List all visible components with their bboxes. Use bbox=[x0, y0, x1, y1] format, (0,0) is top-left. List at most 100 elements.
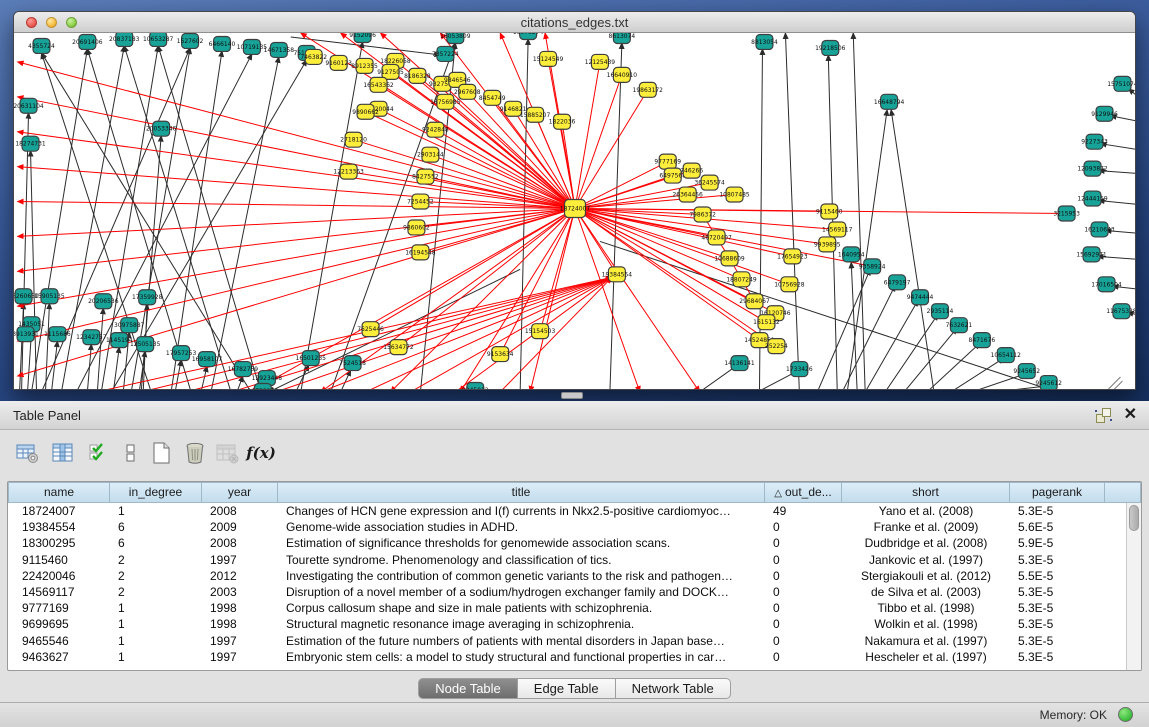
graph-node-label: 12125439 bbox=[585, 59, 616, 66]
table-cell: Estimation of significance thresholds fo… bbox=[278, 535, 765, 551]
table-cell: Nakamura et al. (1997) bbox=[842, 633, 1010, 649]
table-row[interactable]: 946554611997Estimation of the future num… bbox=[8, 633, 1126, 649]
graph-node-label: 17654923 bbox=[777, 253, 808, 260]
table-cell: 2 bbox=[110, 584, 202, 600]
graph-node-label: 18724007 bbox=[560, 206, 591, 213]
graph-node-label: 9890662 bbox=[352, 109, 379, 116]
table-cell: 0 bbox=[765, 633, 842, 649]
graph-node-label: 9860602 bbox=[403, 224, 430, 231]
graph-node-label: 746266 bbox=[680, 168, 703, 175]
column-header-in_degree[interactable]: in_degree bbox=[110, 482, 202, 503]
graph-node-label: 16648794 bbox=[874, 99, 905, 106]
tab-edge-table[interactable]: Edge Table bbox=[518, 678, 616, 699]
graph-node-label: 9358924 bbox=[859, 263, 886, 270]
table-row[interactable]: 1830029562008Estimation of significance … bbox=[8, 535, 1126, 551]
row-height-icon[interactable] bbox=[118, 440, 144, 466]
graph-node-label: 12213363 bbox=[333, 169, 364, 176]
graph-node-label: 20206536 bbox=[88, 298, 119, 305]
graph-node-label: 12505135 bbox=[130, 341, 161, 348]
sort-ascending-icon: △ bbox=[774, 488, 782, 499]
nodes-group: 1872400743557242069140620837183106532871… bbox=[14, 33, 1135, 389]
node-table: namein_degreeyeartitle△out_de...shortpag… bbox=[7, 481, 1142, 671]
table-cell: 2012 bbox=[202, 568, 278, 584]
delete-table-icon[interactable] bbox=[182, 440, 208, 466]
column-header-year[interactable]: year bbox=[202, 482, 278, 503]
graph-node-label: 19218506 bbox=[815, 45, 846, 52]
graph-edge bbox=[354, 140, 575, 209]
graph-edge bbox=[865, 300, 918, 389]
graph-edge bbox=[18, 209, 575, 342]
table-row[interactable]: 2242004622012Investigating the contribut… bbox=[8, 568, 1126, 584]
table-cell: Disruption of a novel member of a sodium… bbox=[278, 584, 765, 600]
graph-node-label: 9777169 bbox=[654, 159, 681, 166]
network-canvas[interactable]: 1872400743557242069140620837183106532871… bbox=[14, 33, 1135, 389]
graph-node-label: 9245612 bbox=[1035, 380, 1062, 387]
graph-node-label: 19863172 bbox=[633, 87, 664, 94]
column-header-name[interactable]: name bbox=[8, 482, 110, 503]
table-cell: 0 bbox=[765, 552, 842, 568]
column-header-pagerank[interactable]: pagerank bbox=[1010, 482, 1105, 503]
column-header-out_de[interactable]: △out_de... bbox=[765, 482, 842, 503]
vertical-scrollbar[interactable] bbox=[1126, 503, 1141, 670]
graph-node-label: 9245652 bbox=[1013, 368, 1040, 375]
graph-node-label: 16782759 bbox=[228, 366, 259, 373]
graph-node-label: 7524518 bbox=[339, 360, 366, 367]
graph-node-label: 17016504 bbox=[1091, 281, 1122, 288]
table-settings-icon[interactable] bbox=[14, 440, 40, 466]
graph-node-label: 16194548 bbox=[405, 249, 436, 256]
graph-node-label: 19384554 bbox=[602, 271, 633, 278]
memory-status-label: Memory: OK bbox=[1040, 708, 1107, 722]
table-cell: 2008 bbox=[202, 503, 278, 519]
close-icon[interactable]: ✕ bbox=[1124, 405, 1137, 425]
table-row[interactable]: 1872400712008Changes of HCN gene express… bbox=[8, 503, 1126, 519]
table-panel: Table Panel ✕ bbox=[0, 401, 1149, 727]
resize-grip[interactable] bbox=[1109, 377, 1123, 389]
graph-edge bbox=[540, 209, 575, 332]
import-table-icon[interactable] bbox=[214, 440, 240, 466]
memory-ok-indicator[interactable] bbox=[1118, 707, 1133, 722]
status-bar: Memory: OK bbox=[0, 702, 1149, 727]
graph-node-label: 9242848 bbox=[422, 127, 449, 134]
scrollbar-thumb[interactable] bbox=[1129, 505, 1139, 531]
graph-node-label: 20837183 bbox=[109, 36, 140, 43]
graph-node-label: 18807249 bbox=[726, 276, 757, 283]
column-header-title[interactable]: title bbox=[278, 482, 765, 503]
graph-edge bbox=[904, 328, 957, 389]
table-cell: de Silva et al. (2003) bbox=[842, 584, 1010, 600]
show-columns-icon[interactable] bbox=[50, 440, 76, 466]
table-row[interactable]: 1456911722003Disruption of a novel membe… bbox=[8, 584, 1126, 600]
window-titlebar[interactable]: citations_edges.txt bbox=[14, 12, 1135, 33]
graph-node-label: 12923448 bbox=[252, 375, 283, 382]
table-cell: 5.9E-5 bbox=[1010, 535, 1105, 551]
float-window-icon[interactable] bbox=[1096, 408, 1111, 423]
column-header-short[interactable]: short bbox=[842, 482, 1010, 503]
table-cell: 5.3E-5 bbox=[1010, 649, 1105, 665]
create-table-icon[interactable] bbox=[148, 440, 174, 466]
graph-edge bbox=[891, 110, 934, 389]
graph-node-label: 15905135 bbox=[34, 293, 65, 300]
select-rows-icon[interactable] bbox=[86, 440, 112, 466]
graph-node-label: 2967608 bbox=[454, 89, 481, 96]
function-builder-icon[interactable]: f(x) bbox=[248, 440, 274, 466]
graph-node-label: 9245012 bbox=[462, 387, 489, 389]
table-row[interactable]: 911546021997Tourette syndrome. Phenomeno… bbox=[8, 552, 1126, 568]
panel-divider-handle[interactable] bbox=[561, 392, 583, 399]
table-cell: 6 bbox=[110, 535, 202, 551]
graph-node-label: 20053346 bbox=[146, 126, 177, 133]
graph-edge bbox=[575, 90, 648, 209]
table-header-row: namein_degreeyeartitle△out_de...shortpag… bbox=[8, 482, 1141, 503]
graph-node-label: 15154503 bbox=[525, 328, 556, 335]
table-cell: 2009 bbox=[202, 519, 278, 535]
table-row[interactable]: 969969511998Structural magnetic resonanc… bbox=[8, 616, 1126, 632]
table-row[interactable]: 946362711997Embryonic stem cells: a mode… bbox=[8, 649, 1126, 665]
table-row[interactable]: 1938455462009Genome-wide association stu… bbox=[8, 519, 1126, 535]
table-row[interactable]: 977716911998Corpus callosum shape and si… bbox=[8, 600, 1126, 616]
tab-network-table[interactable]: Network Table bbox=[616, 678, 731, 699]
table-cell: 14569117 bbox=[8, 584, 110, 600]
table-cell: 9699695 bbox=[8, 616, 110, 632]
table-cell: Tibbo et al. (1998) bbox=[842, 600, 1010, 616]
tab-node-table[interactable]: Node Table bbox=[418, 678, 518, 699]
graph-node-label: 46720407 bbox=[701, 234, 732, 241]
graph-node-label: 9846546 bbox=[444, 77, 471, 84]
table-cell: 6 bbox=[110, 519, 202, 535]
